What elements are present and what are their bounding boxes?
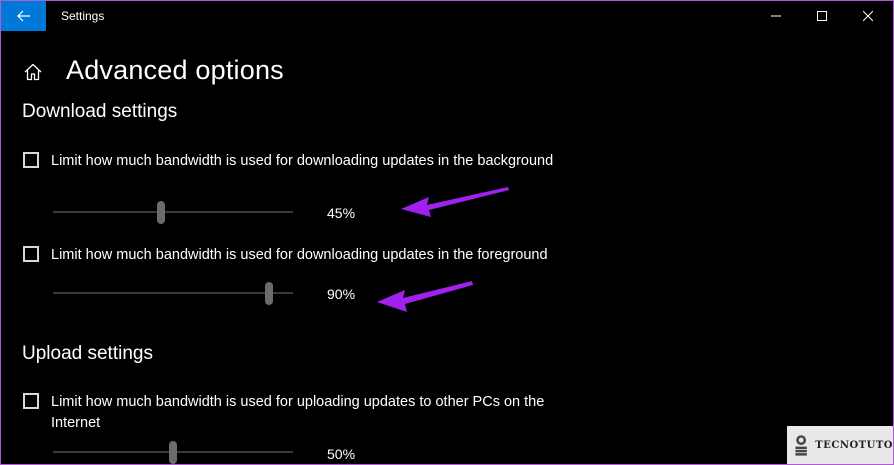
- page-title: Advanced options: [66, 55, 284, 85]
- app-title: Settings: [61, 9, 105, 23]
- upload-bandwidth-value: 50%: [327, 446, 356, 462]
- annotation-arrow: [401, 187, 509, 217]
- upload-limit-label: Limit how much bandwidth is used for upl…: [51, 394, 545, 431]
- slider-thumb[interactable]: [169, 441, 177, 464]
- slider-track: [53, 211, 293, 213]
- watermark-logo: TECNOTUTO: [787, 426, 893, 464]
- minimize-icon: [771, 15, 781, 17]
- background-limit-checkbox[interactable]: [23, 152, 39, 168]
- slider-thumb[interactable]: [157, 201, 165, 224]
- tecnotuto-logo-icon: [795, 435, 807, 456]
- download-settings-heading: Download settings: [22, 101, 178, 122]
- maximize-icon: [817, 11, 827, 21]
- arrow-left-icon: [16, 10, 30, 22]
- minimize-button[interactable]: [753, 1, 799, 31]
- settings-window: Settings Advanced options Download setti…: [0, 0, 894, 465]
- upload-settings-heading: Upload settings: [22, 343, 153, 364]
- background-bandwidth-slider[interactable]: [53, 201, 293, 225]
- slider-track: [53, 292, 293, 294]
- maximize-button[interactable]: [799, 1, 845, 31]
- close-icon: [863, 11, 873, 21]
- upload-bandwidth-slider[interactable]: [53, 441, 293, 464]
- slider-thumb[interactable]: [265, 282, 273, 305]
- foreground-limit-label: Limit how much bandwidth is used for dow…: [51, 247, 548, 263]
- watermark-text: TECNOTUTO: [815, 439, 893, 451]
- annotation-arrow: [377, 281, 473, 312]
- foreground-limit-checkbox[interactable]: [23, 246, 39, 262]
- background-bandwidth-value: 45%: [327, 205, 356, 221]
- home-icon[interactable]: [23, 62, 43, 82]
- close-button[interactable]: [845, 1, 891, 31]
- upload-limit-checkbox[interactable]: [23, 393, 39, 409]
- foreground-bandwidth-slider[interactable]: [53, 282, 293, 306]
- back-button[interactable]: [1, 1, 46, 31]
- foreground-bandwidth-value: 90%: [327, 286, 356, 302]
- background-limit-label: Limit how much bandwidth is used for dow…: [51, 153, 554, 169]
- title-bar: Settings: [1, 1, 893, 31]
